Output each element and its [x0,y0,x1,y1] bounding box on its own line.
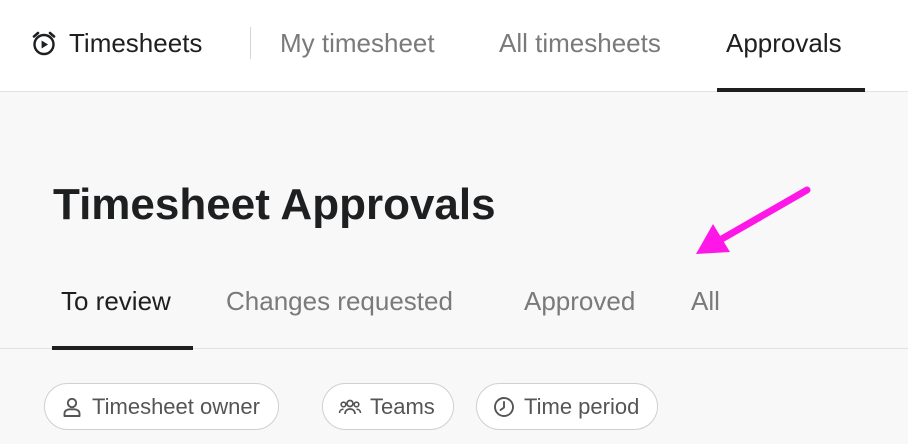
active-tab-indicator [52,346,193,350]
nav-tab-approvals[interactable]: Approvals [726,26,842,60]
filter-time-period[interactable]: Time period [476,383,659,430]
nav-tab-all-timesheets[interactable]: All timesheets [499,26,661,60]
filter-teams[interactable]: Teams [322,383,454,430]
annotation-arrow-icon [696,186,811,254]
alarm-clock-play-icon [32,31,56,56]
nav-tab-my-timesheet[interactable]: My timesheet [280,26,435,60]
tab-approved[interactable]: Approved [524,284,635,318]
person-icon [63,397,81,417]
filter-label: Timesheet owner [92,393,260,419]
app-title: Timesheets [69,27,203,58]
clock-icon [494,396,514,417]
tab-changes-requested[interactable]: Changes requested [226,284,453,318]
active-nav-indicator [717,88,865,92]
team-icon [338,399,362,414]
page-title: Timesheet Approvals [53,180,496,229]
tab-all[interactable]: All [691,284,720,318]
top-navigation-bar: Timesheets My timesheet All timesheets A… [0,0,908,92]
filter-label: Time period [524,393,640,419]
tab-to-review[interactable]: To review [61,284,171,318]
brand-divider [250,27,251,59]
filter-label: Teams [370,393,435,419]
filter-timesheet-owner[interactable]: Timesheet owner [44,383,279,430]
app-brand[interactable]: Timesheets [30,26,202,60]
